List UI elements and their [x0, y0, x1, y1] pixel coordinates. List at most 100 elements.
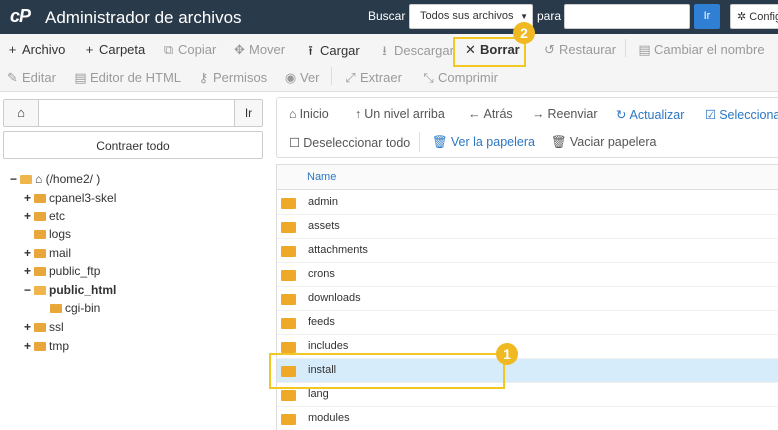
folder-icon — [281, 270, 296, 281]
home-icon: ⌂ — [35, 172, 43, 186]
collapse-all-button[interactable]: Contraer todo — [3, 131, 263, 159]
plus-icon: + — [85, 42, 94, 57]
nav-divider — [419, 132, 420, 152]
step-badge-2: 2 — [513, 22, 535, 44]
folder-icon — [34, 249, 46, 258]
settings-button[interactable]: ✲ Configuración — [730, 4, 778, 29]
trash-icon: 🗑 — [551, 135, 567, 149]
extract-button[interactable]: ⤢ Extraer — [344, 70, 402, 86]
tree-item-etc[interactable]: + etc — [24, 208, 65, 225]
cpanel-logo[interactable]: cP — [10, 6, 31, 27]
table-row[interactable]: crons — [277, 263, 778, 287]
path-go-button[interactable]: Ir — [234, 100, 262, 126]
compress-icon: ⤡ — [423, 70, 434, 85]
tree-item-label: cgi-bin — [65, 301, 101, 315]
new-file-button[interactable]: + Archivo — [6, 42, 66, 57]
deselect-all-button[interactable]: ☐ Deseleccionar todo — [289, 135, 410, 150]
table-row[interactable]: feeds — [277, 311, 778, 335]
tree-item-label: logs — [49, 227, 72, 241]
empty-trash-button[interactable]: 🗑 Vaciar papelera — [551, 135, 657, 150]
search-scope-value: Todos sus archivos — [420, 10, 514, 22]
back-button[interactable]: ← Atrás — [468, 107, 513, 121]
html-editor-button[interactable]: ▤ Editor de HTML — [74, 70, 181, 86]
tree-item-label: mail — [49, 246, 72, 260]
tree-item-public-html[interactable]: − public_html — [24, 282, 116, 299]
view-trash-button[interactable]: 🗑 Ver la papelera — [432, 135, 535, 150]
up-one-level-button[interactable]: ↑ Un nivel arriba — [355, 107, 445, 121]
trash-icon: 🗑 — [432, 135, 448, 149]
move-button[interactable]: ✥ Mover — [233, 42, 285, 58]
folder-icon — [281, 294, 296, 305]
tree-item-cgi-bin[interactable]: cgi-bin — [50, 300, 100, 317]
tree-item-label: ssl — [49, 320, 64, 334]
folder-open-icon — [34, 286, 46, 295]
tree-item-tmp[interactable]: + tmp — [24, 338, 69, 355]
folder-icon — [281, 198, 296, 209]
select-all-button[interactable]: ☑Seleccionar todo — [705, 107, 778, 122]
table-row[interactable]: attachments — [277, 239, 778, 263]
rename-button[interactable]: ▤ Cambiar el nombre — [638, 42, 764, 58]
tree-item-label: tmp — [49, 339, 70, 353]
compress-button[interactable]: ⤡ Comprimir — [422, 70, 498, 86]
table-row[interactable]: modules — [277, 407, 778, 430]
upload-icon: ⭱ — [308, 43, 313, 58]
minus-icon[interactable]: − — [10, 171, 20, 188]
minus-icon[interactable]: − — [24, 282, 34, 299]
plus-icon[interactable]: + — [24, 245, 34, 262]
home-icon: ⌂ — [289, 107, 297, 121]
search-go-button[interactable]: Ir — [694, 4, 720, 29]
home-nav-button[interactable]: ⌂ Inicio — [289, 107, 329, 121]
install-highlight-box — [269, 353, 505, 389]
step-badge-1: 1 — [496, 343, 518, 365]
plus-icon[interactable]: + — [24, 208, 34, 225]
plus-icon[interactable]: + — [24, 263, 34, 280]
file-icon: ▤ — [638, 42, 651, 57]
delete-highlight-box — [453, 37, 526, 67]
refresh-button[interactable]: ↻ Actualizar — [616, 107, 684, 122]
tree-item-home[interactable]: − ⌂ (/home2/ ) — [10, 171, 100, 188]
table-row[interactable]: downloads — [277, 287, 778, 311]
folder-icon — [281, 342, 296, 353]
plus-icon[interactable]: + — [24, 319, 34, 336]
view-button[interactable]: ◉ Ver — [284, 70, 320, 86]
folder-icon — [34, 342, 46, 351]
new-folder-button[interactable]: + Carpeta — [83, 42, 146, 57]
plus-icon[interactable]: + — [24, 338, 34, 355]
copy-icon: ⧉ — [163, 42, 174, 57]
home-icon[interactable]: ⌂ — [4, 100, 39, 126]
settings-label: Configuración — [749, 11, 778, 23]
tree-item-label: cpanel3-skel — [49, 191, 117, 205]
gear-icon: ✲ — [737, 11, 747, 23]
folder-icon — [34, 212, 46, 221]
folder-icon — [281, 246, 296, 257]
search-label: Buscar — [368, 9, 406, 23]
refresh-icon: ↻ — [616, 108, 627, 122]
download-icon: ⭳ — [382, 43, 387, 58]
permissions-button[interactable]: ⚷ Permisos — [197, 70, 267, 86]
restore-icon: ↺ — [544, 42, 555, 57]
tree-item-public-ftp[interactable]: + public_ftp — [24, 263, 100, 280]
tree-item-logs[interactable]: logs — [34, 226, 71, 243]
edit-button[interactable]: ✎ Editar — [6, 70, 56, 86]
path-input[interactable] — [40, 100, 234, 126]
checkbox-empty-icon: ☐ — [289, 136, 301, 150]
table-row[interactable]: assets — [277, 215, 778, 239]
copy-button[interactable]: ⧉ Copiar — [162, 42, 216, 58]
arrow-up-icon: ↑ — [355, 107, 362, 121]
expand-icon: ⤢ — [345, 70, 356, 85]
plus-icon[interactable]: + — [24, 190, 34, 207]
table-row[interactable]: admin — [277, 191, 778, 215]
column-header-name[interactable]: Name — [307, 171, 336, 183]
search-input[interactable] — [564, 4, 690, 29]
pencil-icon: ✎ — [7, 70, 18, 85]
restore-button[interactable]: ↺ Restaurar — [543, 42, 616, 58]
tree-item-cpanel3-skel[interactable]: + cpanel3-skel — [24, 190, 116, 207]
tree-item-ssl[interactable]: + ssl — [24, 319, 64, 336]
file-toolbar: + Archivo + Carpeta ⧉ Copiar ✥ Mover ⭱ Cargar… — [0, 34, 778, 92]
forward-button[interactable]: → Reenviar — [532, 107, 598, 121]
folder-icon — [34, 230, 46, 239]
upload-button[interactable]: ⭱ Cargar — [304, 42, 360, 64]
download-button[interactable]: ⭳ Descargar — [378, 42, 454, 64]
tree-item-mail[interactable]: + mail — [24, 245, 71, 262]
arrow-left-icon: ← — [468, 107, 481, 121]
